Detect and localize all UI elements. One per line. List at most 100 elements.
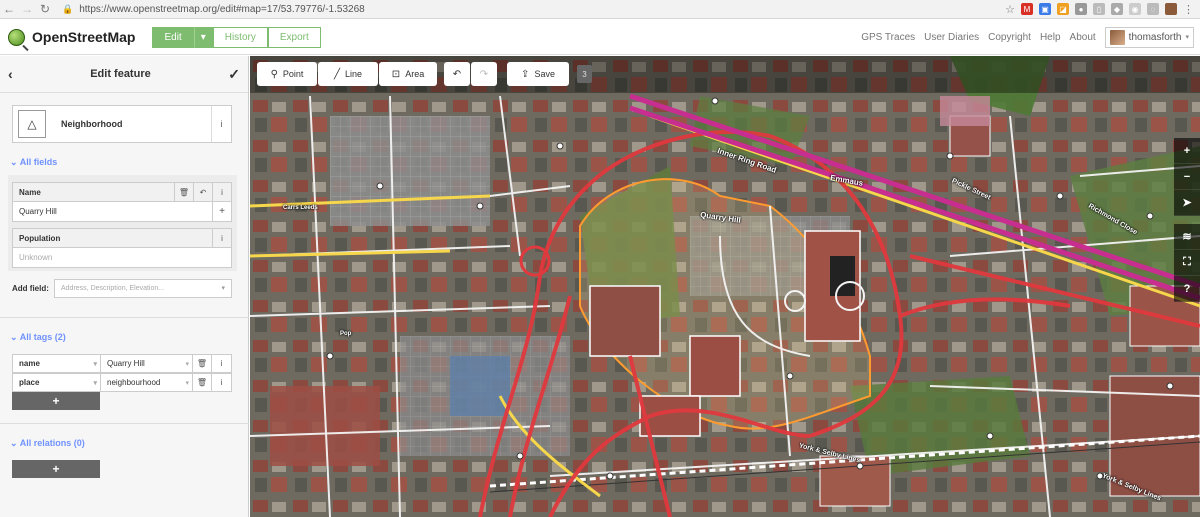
chevron-down-icon: ▾ — [1185, 34, 1189, 41]
extension-icon-orange[interactable]: ◪ — [1057, 3, 1069, 15]
add-tag-button[interactable]: + — [12, 392, 100, 410]
info-icon[interactable]: i — [212, 228, 231, 248]
all-fields-label: All fields — [19, 157, 58, 167]
extension-icon-gray-5[interactable]: ◌ — [1147, 3, 1159, 15]
extension-icon-gray-3[interactable]: ◆ — [1111, 3, 1123, 15]
back-arrow-icon[interactable]: ‹ — [8, 66, 13, 82]
all-fields-toggle[interactable]: ⌄ All fields — [10, 157, 57, 168]
nav-gps-traces[interactable]: GPS Traces — [861, 32, 915, 43]
sidebar-title: Edit feature — [90, 68, 151, 80]
add-field-combo[interactable]: Address, Description, Elevation... ▾ — [54, 278, 232, 298]
tag-key[interactable]: name ▾ — [13, 355, 101, 372]
add-area-button[interactable]: ⊡ Area — [379, 62, 437, 86]
extension-icon-blue[interactable]: ▣ — [1039, 3, 1051, 15]
upload-icon: ⇪ — [521, 68, 530, 80]
tab-edit[interactable]: Edit — [152, 26, 194, 48]
extension-icon-gray-1[interactable]: ● — [1075, 3, 1087, 15]
info-icon[interactable]: i — [212, 182, 231, 202]
info-icon[interactable]: i — [212, 374, 231, 391]
tag-value-text: Quarry Hill — [107, 359, 145, 368]
undo-icon: ↶ — [452, 68, 462, 80]
zoom-out-icon[interactable]: − — [1174, 164, 1200, 190]
neighborhood-triangle-icon: △ — [18, 110, 46, 138]
gmail-extension-icon[interactable]: M — [1021, 3, 1033, 15]
checkmark-icon[interactable]: ✓ — [228, 66, 240, 83]
all-tags-toggle[interactable]: ⌄ All tags (2) — [10, 332, 66, 343]
table-row: place ▾ neighbourhood ▾ 🗑 i — [12, 373, 232, 392]
trash-icon[interactable]: 🗑 — [193, 355, 212, 372]
redo-button[interactable]: ↷ — [471, 62, 497, 86]
edit-count-badge: 3 — [577, 65, 592, 83]
primary-tabs: Edit ▾ History Export — [152, 26, 321, 48]
star-icon[interactable]: ☆ — [1005, 3, 1015, 16]
all-relations-label: All relations (0) — [19, 438, 85, 448]
undo-icon[interactable]: ↶ — [193, 182, 212, 202]
save-button[interactable]: ⇪ Save — [507, 62, 569, 86]
add-field-label: Add field: — [12, 283, 49, 293]
sidebar-header: ‹ Edit feature ✓ — [0, 56, 248, 93]
user-menu[interactable]: thomasforth ▾ — [1104, 26, 1194, 48]
add-point-button[interactable]: ⚲ Point — [257, 62, 317, 86]
site-header: OpenStreetMap Edit ▾ History Export GPS … — [0, 20, 1200, 55]
map-label-pop: Pop — [340, 331, 352, 337]
layers-icon[interactable]: ≋ — [1174, 224, 1200, 250]
name-field: Name 🗑 ↶ i + — [12, 182, 232, 222]
brand[interactable]: OpenStreetMap — [8, 28, 136, 46]
map-label-carrs-leeds: Carrs Leeds — [283, 205, 318, 211]
nav-user-diaries[interactable]: User Diaries — [924, 32, 979, 43]
section-divider — [0, 423, 249, 424]
population-input[interactable] — [13, 248, 231, 267]
profile-avatar-icon[interactable] — [1165, 3, 1177, 15]
preset-info-icon[interactable]: i — [211, 106, 231, 142]
username: thomasforth — [1128, 31, 1182, 43]
back-icon[interactable]: ← — [0, 0, 18, 18]
address-bar[interactable]: https://www.openstreetmap.org/edit#map=1… — [79, 4, 364, 15]
edit-dropdown-caret-icon[interactable]: ▾ — [193, 26, 213, 48]
add-localized-name-icon[interactable]: + — [212, 202, 231, 221]
add-relation-button[interactable]: + — [12, 460, 100, 478]
tag-key-text: place — [19, 378, 40, 387]
help-icon[interactable]: ? — [1174, 276, 1200, 302]
chevron-down-icon: ⌄ — [10, 438, 18, 448]
tab-export[interactable]: Export — [267, 26, 321, 48]
table-row: name ▾ Quarry Hill ▾ 🗑 i — [12, 354, 232, 373]
nav-about[interactable]: About — [1070, 32, 1096, 43]
browser-toolbar: ← → ↻ 🔒 https://www.openstreetmap.org/ed… — [0, 0, 1200, 19]
tab-history[interactable]: History — [212, 26, 268, 48]
zoom-in-icon[interactable]: + — [1174, 138, 1200, 164]
name-input[interactable] — [13, 202, 212, 221]
add-point-label: Point — [282, 69, 304, 79]
extension-icon-gray-2[interactable]: ▯ — [1093, 3, 1105, 15]
add-line-label: Line — [345, 69, 363, 79]
forward-icon[interactable]: → — [18, 0, 36, 18]
nav-help[interactable]: Help — [1040, 32, 1061, 43]
population-field: Population i — [12, 228, 232, 268]
trash-icon[interactable]: 🗑 — [174, 182, 193, 202]
map-data-icon[interactable]: ⛶ — [1174, 250, 1200, 276]
nav-copyright[interactable]: Copyright — [988, 32, 1031, 43]
chevron-down-icon: ▾ — [221, 285, 225, 292]
tag-value[interactable]: Quarry Hill ▾ — [101, 355, 193, 372]
osm-logo-icon — [8, 28, 25, 46]
add-area-label: Area — [405, 69, 425, 79]
section-divider — [0, 317, 249, 318]
all-relations-toggle[interactable]: ⌄ All relations (0) — [10, 438, 85, 449]
map-canvas[interactable]: Inner Ring Road Emmaus Quarry Hill Carrs… — [250, 56, 1200, 517]
info-icon[interactable]: i — [212, 355, 231, 372]
tag-key[interactable]: place ▾ — [13, 374, 101, 391]
chevron-down-icon: ▾ — [185, 360, 189, 368]
population-field-label: Population — [19, 233, 61, 243]
menu-icon[interactable]: ⋮ — [1183, 3, 1194, 16]
brand-name: OpenStreetMap — [32, 29, 136, 45]
tag-value[interactable]: neighbourhood ▾ — [101, 374, 193, 391]
reload-icon[interactable]: ↻ — [36, 0, 54, 18]
extension-icon-gray-4[interactable]: ◉ — [1129, 3, 1141, 15]
add-line-button[interactable]: ╱ Line — [318, 62, 378, 86]
redo-icon: ↷ — [479, 68, 489, 80]
chevron-down-icon: ⌄ — [10, 157, 18, 167]
trash-icon[interactable]: 🗑 — [193, 374, 212, 391]
all-tags-label: All tags (2) — [19, 332, 66, 342]
preset-selector[interactable]: △ Neighborhood i — [12, 105, 232, 143]
undo-button[interactable]: ↶ — [444, 62, 470, 86]
geolocate-icon[interactable]: ➤ — [1174, 190, 1200, 216]
